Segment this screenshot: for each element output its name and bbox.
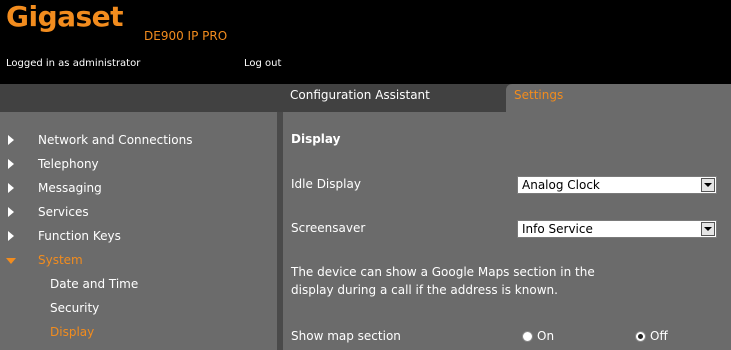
show-map-on-label: On [537, 329, 555, 343]
main-panel: Display Idle Display Analog Clock Screen… [283, 112, 731, 350]
sidebar-item-function-keys[interactable]: Function Keys [0, 226, 277, 250]
screensaver-label: Screensaver [291, 221, 366, 235]
chevron-right-icon [8, 183, 14, 193]
chevron-right-icon [8, 135, 14, 145]
screensaver-value: Info Service [522, 222, 593, 236]
sidebar-subitem-security[interactable]: Security [50, 301, 99, 325]
radio-unchecked-icon [522, 331, 533, 342]
chevron-right-icon [8, 207, 14, 217]
chevron-right-icon [8, 159, 14, 169]
map-info-text: The device can show a Google Maps sectio… [291, 265, 595, 297]
sidebar-item-label: Messaging [38, 181, 102, 195]
sidebar-item-label: Network and Connections [38, 133, 193, 147]
tab-configuration-assistant[interactable]: Configuration Assistant [280, 84, 502, 112]
sidebar-item-label: Telephony [38, 157, 99, 171]
screensaver-select[interactable]: Info Service [517, 220, 717, 238]
tab-bar: Configuration Assistant Settings [0, 84, 731, 112]
sidebar-item-messaging[interactable]: Messaging [0, 178, 277, 202]
header: Gigaset DE900 IP PRO Logged in as admini… [0, 0, 731, 84]
radio-checked-icon [635, 331, 646, 342]
sidebar-item-services[interactable]: Services [0, 202, 277, 226]
sidebar-item-label: Services [38, 205, 89, 219]
sidebar-subitem-display[interactable]: Display [50, 325, 94, 349]
idle-display-label: Idle Display [291, 177, 361, 191]
section-title: Display [291, 132, 341, 146]
login-status: Logged in as administrator [6, 58, 141, 69]
sidebar-item-label: System [38, 253, 83, 267]
idle-display-select[interactable]: Analog Clock [517, 176, 717, 194]
dropdown-arrow-icon [701, 222, 715, 236]
dropdown-arrow-icon [701, 178, 715, 192]
sidebar: Network and Connections Telephony Messag… [0, 112, 277, 350]
sidebar-item-network-and-connections[interactable]: Network and Connections [0, 130, 277, 154]
show-map-off-label: Off [650, 329, 668, 343]
sidebar-item-telephony[interactable]: Telephony [0, 154, 277, 178]
chevron-down-icon [6, 258, 16, 264]
chevron-right-icon [8, 231, 14, 241]
model-name: DE900 IP PRO [144, 29, 228, 43]
show-map-label: Show map section [291, 329, 401, 343]
brand-logo: Gigaset [6, 0, 124, 33]
sidebar-item-system[interactable]: System [0, 250, 277, 274]
idle-display-value: Analog Clock [522, 178, 600, 192]
sidebar-item-label: Function Keys [38, 229, 121, 243]
logout-link[interactable]: Log out [244, 58, 281, 69]
sidebar-subitem-date-and-time[interactable]: Date and Time [50, 277, 138, 301]
tab-settings[interactable]: Settings [506, 84, 731, 112]
